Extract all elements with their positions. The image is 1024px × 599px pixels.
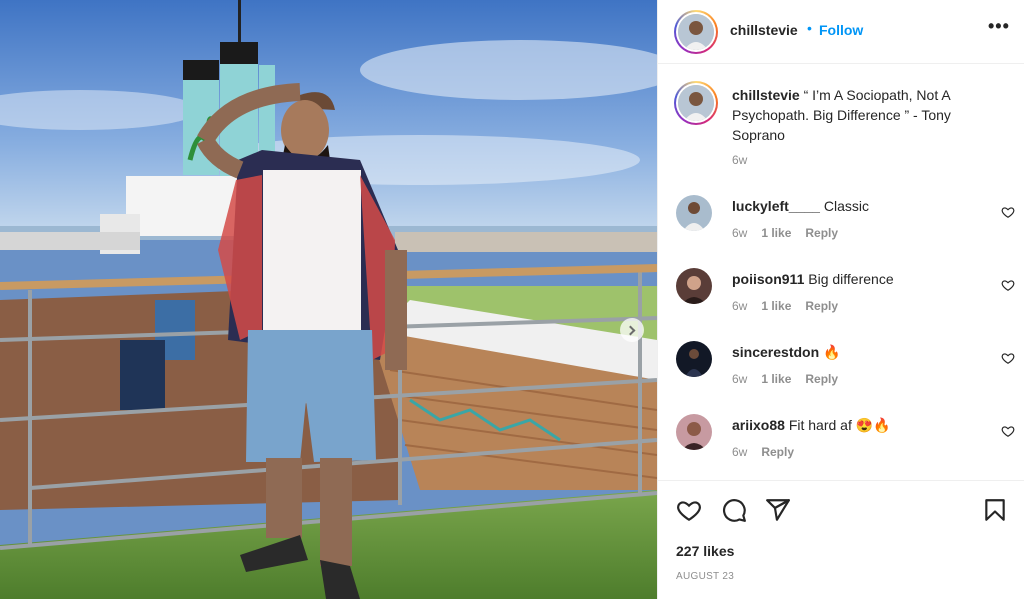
commenter-username[interactable]: sincerestdon [732,344,819,360]
heart-icon[interactable] [1001,424,1015,438]
comment-text: Classic [823,198,869,214]
comment-timestamp[interactable]: 6w [732,299,747,313]
author-username[interactable]: chillstevie [730,22,798,38]
post-photo[interactable] [0,0,657,599]
commenter-avatar[interactable] [676,268,712,304]
comment-likes[interactable]: 1 like [761,372,791,386]
commenter-username[interactable]: luckyleft____ [732,198,820,214]
comment-likes[interactable]: 1 like [761,226,791,240]
comment-timestamp[interactable]: 6w [732,445,747,459]
share-icon[interactable] [765,497,791,523]
heart-icon[interactable] [676,497,702,523]
next-photo-button[interactable] [620,318,644,342]
heart-icon[interactable] [1001,205,1015,219]
caption-author-avatar[interactable] [674,81,718,125]
comment-icon[interactable] [721,497,747,523]
comment-item: poiison911 Big difference 6w 1 like Reply [658,268,1024,328]
caption-username[interactable]: chillstevie [732,87,800,103]
comment-likes[interactable]: 1 like [761,299,791,313]
heart-icon[interactable] [1001,351,1015,365]
comment-text: Big difference [808,271,894,287]
comment-timestamp[interactable]: 6w [732,372,747,386]
post-caption: chillstevie “ I’m A Sociopath, Not A Psy… [732,85,1002,145]
commenter-avatar[interactable] [676,341,712,377]
comment-text: 🔥 [823,344,841,360]
post-date[interactable]: AUGUST 23 [676,571,734,582]
comment-item: sincerestdon 🔥 6w 1 like Reply [658,341,1024,401]
post-side-panel: chillstevie • Follow ••• chillstevie “ I… [657,0,1024,599]
heart-icon[interactable] [1001,278,1015,292]
cruise-ship-deck-photo [0,0,657,599]
commenter-username[interactable]: ariixo88 [732,417,785,433]
author-avatar[interactable] [674,10,718,54]
comment-item: luckyleft____ Classic 6w 1 like Reply [658,195,1024,255]
reply-button[interactable]: Reply [805,372,838,386]
commenter-avatar[interactable] [676,195,712,231]
commenter-avatar[interactable] [676,414,712,450]
chevron-right-icon [625,325,636,335]
follow-button[interactable]: Follow [819,22,863,38]
comment-text: Fit hard af 😍🔥 [788,417,891,433]
likes-count[interactable]: 227 likes [676,543,734,559]
comment-timestamp[interactable]: 6w [732,226,747,240]
more-options-icon[interactable]: ••• [988,16,1010,37]
caption-timestamp[interactable]: 6w [732,153,747,167]
commenter-username[interactable]: poiison911 [732,271,804,287]
bookmark-icon[interactable] [982,497,1008,523]
instagram-post: chillstevie • Follow ••• chillstevie “ I… [0,0,1024,599]
reply-button[interactable]: Reply [805,226,838,240]
comments-list[interactable]: chillstevie “ I’m A Sociopath, Not A Psy… [658,65,1024,479]
post-header: chillstevie • Follow ••• [658,0,1024,64]
separator-dot: • [807,20,812,36]
comment-item: ariixo88 Fit hard af 😍🔥 6w Reply [658,414,1024,474]
post-actions: 227 likes AUGUST 23 [658,480,1024,599]
reply-button[interactable]: Reply [761,445,794,459]
reply-button[interactable]: Reply [805,299,838,313]
